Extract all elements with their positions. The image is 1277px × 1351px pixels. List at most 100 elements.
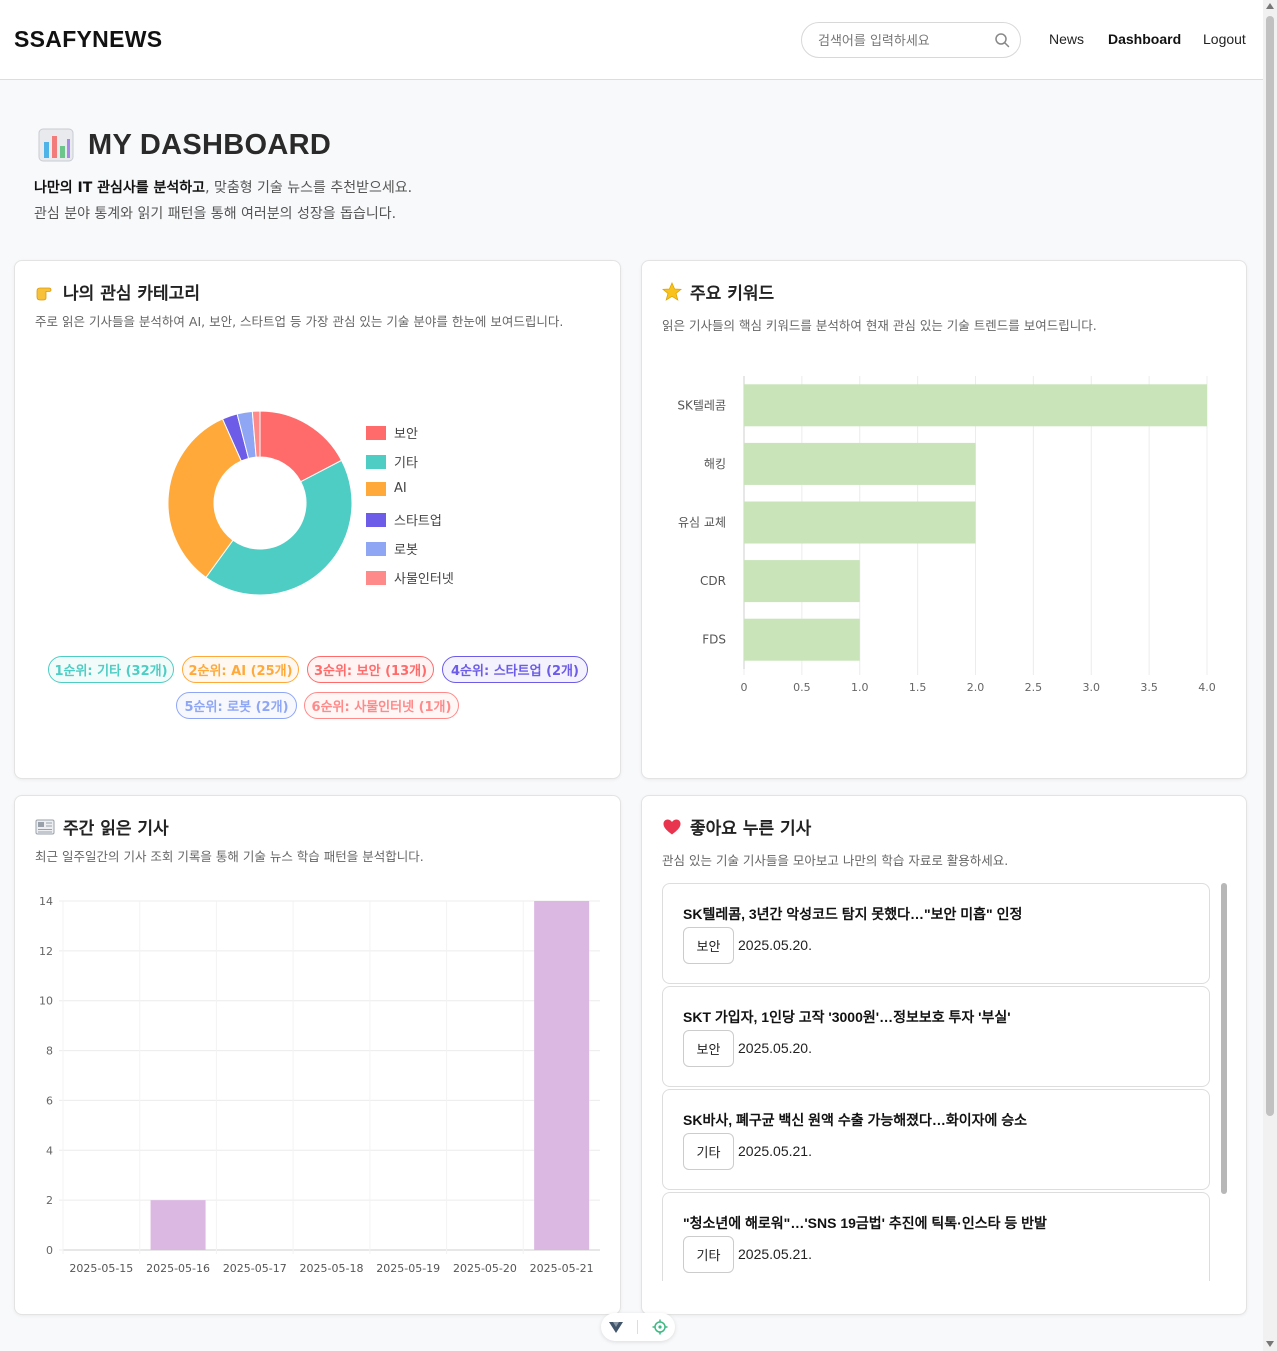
y-tick-label: 해킹 bbox=[704, 457, 726, 471]
y-tick-label: 6 bbox=[46, 1094, 53, 1107]
search-input[interactable] bbox=[818, 31, 988, 51]
legend-item[interactable]: 스타트업 bbox=[366, 510, 442, 529]
category-card-title: 나의 관심 카테고리 bbox=[35, 279, 200, 304]
vue-devtools-icon[interactable] bbox=[608, 1319, 624, 1335]
x-tick-label: 2025-05-15 bbox=[69, 1262, 133, 1275]
weekly-bar[interactable] bbox=[150, 1200, 206, 1250]
x-tick-label: 1.5 bbox=[909, 681, 927, 694]
hero-description-2: 관심 분야 통계와 읽기 패턴을 통해 여러분의 성장을 돕습니다. bbox=[34, 206, 397, 222]
page-scrollbar[interactable] bbox=[1263, 0, 1277, 1351]
liked-article-item[interactable]: SK텔레콤, 3년간 악성코드 탐지 못했다…"보안 미흡" 인정 보안 202… bbox=[662, 883, 1210, 984]
y-tick-label: 12 bbox=[39, 945, 53, 958]
keyword-bar[interactable] bbox=[744, 442, 976, 485]
legend-swatch bbox=[366, 541, 386, 556]
x-tick-label: 2025-05-20 bbox=[453, 1262, 517, 1275]
keyword-bar[interactable] bbox=[744, 560, 860, 603]
liked-card-title-text: 좋아요 누른 기사 bbox=[690, 819, 812, 839]
x-tick-label: 0 bbox=[741, 681, 748, 694]
crosshair-icon[interactable] bbox=[652, 1319, 668, 1335]
keyword-card: 주요 키워드 읽은 기사들의 핵심 키워드를 분석하여 현재 관심 있는 기술 … bbox=[641, 260, 1247, 779]
liked-article-title[interactable]: SK텔레콤, 3년간 악성코드 탐지 못했다…"보안 미흡" 인정 bbox=[683, 904, 1022, 924]
page-title: MY DASHBOARD bbox=[88, 128, 332, 161]
liked-article-title[interactable]: SKT 가입자, 1인당 고작 '3000원'…정보보호 투자 '부실' bbox=[683, 1007, 1011, 1027]
legend-label: 기타 bbox=[394, 456, 418, 471]
legend-swatch bbox=[366, 512, 386, 527]
liked-article-title[interactable]: "청소년에 해로워"…'SNS 19금법' 추진에 틱톡·인스타 등 반발 bbox=[683, 1213, 1047, 1233]
category-rank-tag: 3순위: 보안 (13개) bbox=[307, 656, 434, 683]
liked-article-list[interactable]: SK텔레콤, 3년간 악성코드 탐지 못했다…"보안 미흡" 인정 보안 202… bbox=[662, 883, 1214, 1281]
liked-article-category: 기타 bbox=[683, 1236, 734, 1273]
liked-article-item[interactable]: SKT 가입자, 1인당 고작 '3000원'…정보보호 투자 '부실' 보안 … bbox=[662, 986, 1210, 1087]
legend-item[interactable]: 보안 bbox=[366, 423, 418, 442]
legend-swatch bbox=[366, 481, 386, 496]
y-tick-label: 0 bbox=[46, 1244, 53, 1257]
liked-article-date: 2025.05.21. bbox=[738, 1143, 812, 1159]
category-card-description: 주로 읽은 기사들을 분석하여 AI, 보안, 스타트업 등 가장 관심 있는 … bbox=[35, 314, 564, 329]
category-rank-tag: 6순위: 사물인터넷 (1개) bbox=[304, 692, 459, 719]
x-tick-label: 2025-05-16 bbox=[146, 1262, 210, 1275]
pointing-hand-icon bbox=[36, 287, 52, 300]
x-tick-label: 0.5 bbox=[793, 681, 811, 694]
y-tick-label: 2 bbox=[46, 1194, 53, 1207]
page-scrollbar-thumb[interactable] bbox=[1266, 16, 1274, 1116]
y-tick-label: 유심 교체 bbox=[678, 516, 726, 530]
weekly-card: 주간 읽은 기사 최근 일주일간의 기사 조회 기록을 통해 기술 뉴스 학습 … bbox=[14, 795, 621, 1315]
scroll-down-arrow-icon[interactable] bbox=[1266, 1341, 1274, 1347]
x-tick-label: 4.0 bbox=[1198, 681, 1216, 694]
category-card: 나의 관심 카테고리 주로 읽은 기사들을 분석하여 AI, 보안, 스타트업 … bbox=[14, 260, 621, 779]
x-tick-label: 3.5 bbox=[1140, 681, 1158, 694]
nav-logout-link[interactable]: Logout bbox=[1203, 31, 1246, 47]
heart-icon bbox=[663, 819, 681, 834]
legend-label: 스타트업 bbox=[394, 514, 442, 529]
keyword-bar[interactable] bbox=[744, 618, 860, 661]
search-icon[interactable] bbox=[994, 32, 1010, 48]
legend-item[interactable]: 사물인터넷 bbox=[366, 568, 454, 587]
category-doughnut-chart bbox=[167, 410, 353, 596]
liked-article-item[interactable]: SK바사, 폐구균 백신 원액 수출 가능해졌다…화이자에 승소 기타 2025… bbox=[662, 1089, 1210, 1190]
legend-label: 보안 bbox=[394, 427, 418, 442]
scroll-up-arrow-icon[interactable] bbox=[1266, 3, 1274, 9]
category-rank-tag: 5순위: 로봇 (2개) bbox=[176, 692, 297, 719]
liked-card-title: 좋아요 누른 기사 bbox=[662, 814, 811, 839]
keyword-bar[interactable] bbox=[744, 384, 1207, 427]
weekly-bar[interactable] bbox=[534, 901, 590, 1250]
legend-label: AI bbox=[394, 481, 407, 496]
x-tick-label: 2025-05-18 bbox=[300, 1262, 364, 1275]
legend-swatch bbox=[366, 570, 386, 585]
toolbar-divider bbox=[637, 1320, 639, 1334]
legend-item[interactable]: 로봇 bbox=[366, 539, 418, 558]
category-rank-tag: 1순위: 기타 (32개) bbox=[48, 656, 174, 683]
y-tick-label: CDR bbox=[700, 574, 726, 588]
legend-swatch bbox=[366, 425, 386, 440]
liked-article-category: 보안 bbox=[683, 1030, 734, 1067]
top-navbar: SSAFYNEWS News Dashboard Logout bbox=[0, 0, 1263, 80]
liked-article-category: 보안 bbox=[683, 927, 734, 964]
site-logo[interactable]: SSAFYNEWS bbox=[14, 26, 162, 53]
keyword-bar-chart: 0 0.5 1.0 1.5 2.0 2.5 3.0 3.5 4.0 SK텔레콤해킹유심 교체 CDR… bbox=[677, 376, 1216, 694]
legend-item[interactable]: 기타 bbox=[366, 452, 418, 471]
bar-chart-icon bbox=[38, 128, 74, 162]
legend-label: 로봇 bbox=[394, 543, 418, 558]
liked-article-date: 2025.05.20. bbox=[738, 937, 812, 953]
liked-list-scrollbar-thumb[interactable] bbox=[1221, 883, 1227, 1194]
nav-news-link[interactable]: News bbox=[1049, 31, 1084, 47]
doughnut-slice-기타[interactable] bbox=[205, 459, 353, 596]
keyword-bar[interactable] bbox=[744, 501, 976, 544]
liked-article-item[interactable]: "청소년에 해로워"…'SNS 19금법' 추진에 틱톡·인스타 등 반발 기타… bbox=[662, 1192, 1210, 1281]
legend-item[interactable]: AI bbox=[366, 481, 407, 496]
floating-toolbar bbox=[601, 1313, 675, 1341]
x-tick-label: 2.5 bbox=[1025, 681, 1043, 694]
nav-dashboard-link[interactable]: Dashboard bbox=[1108, 31, 1181, 47]
liked-article-title[interactable]: SK바사, 폐구균 백신 원액 수출 가능해졌다…화이자에 승소 bbox=[683, 1110, 1027, 1130]
category-rank-tag: 2순위: AI (25개) bbox=[182, 656, 299, 683]
y-tick-label: FDS bbox=[702, 633, 726, 647]
x-tick-label: 2025-05-21 bbox=[530, 1262, 594, 1275]
hero-description-rest: , 맞춤형 기술 뉴스를 추천받으세요. bbox=[205, 180, 413, 196]
search-box bbox=[801, 22, 1021, 58]
liked-article-date: 2025.05.21. bbox=[738, 1246, 812, 1262]
y-tick-label: 10 bbox=[39, 995, 53, 1008]
x-tick-label: 3.0 bbox=[1083, 681, 1101, 694]
x-tick-label: 2025-05-17 bbox=[223, 1262, 287, 1275]
y-tick-label: SK텔레콤 bbox=[677, 398, 726, 412]
liked-list-scrollbar[interactable] bbox=[1221, 883, 1227, 1194]
